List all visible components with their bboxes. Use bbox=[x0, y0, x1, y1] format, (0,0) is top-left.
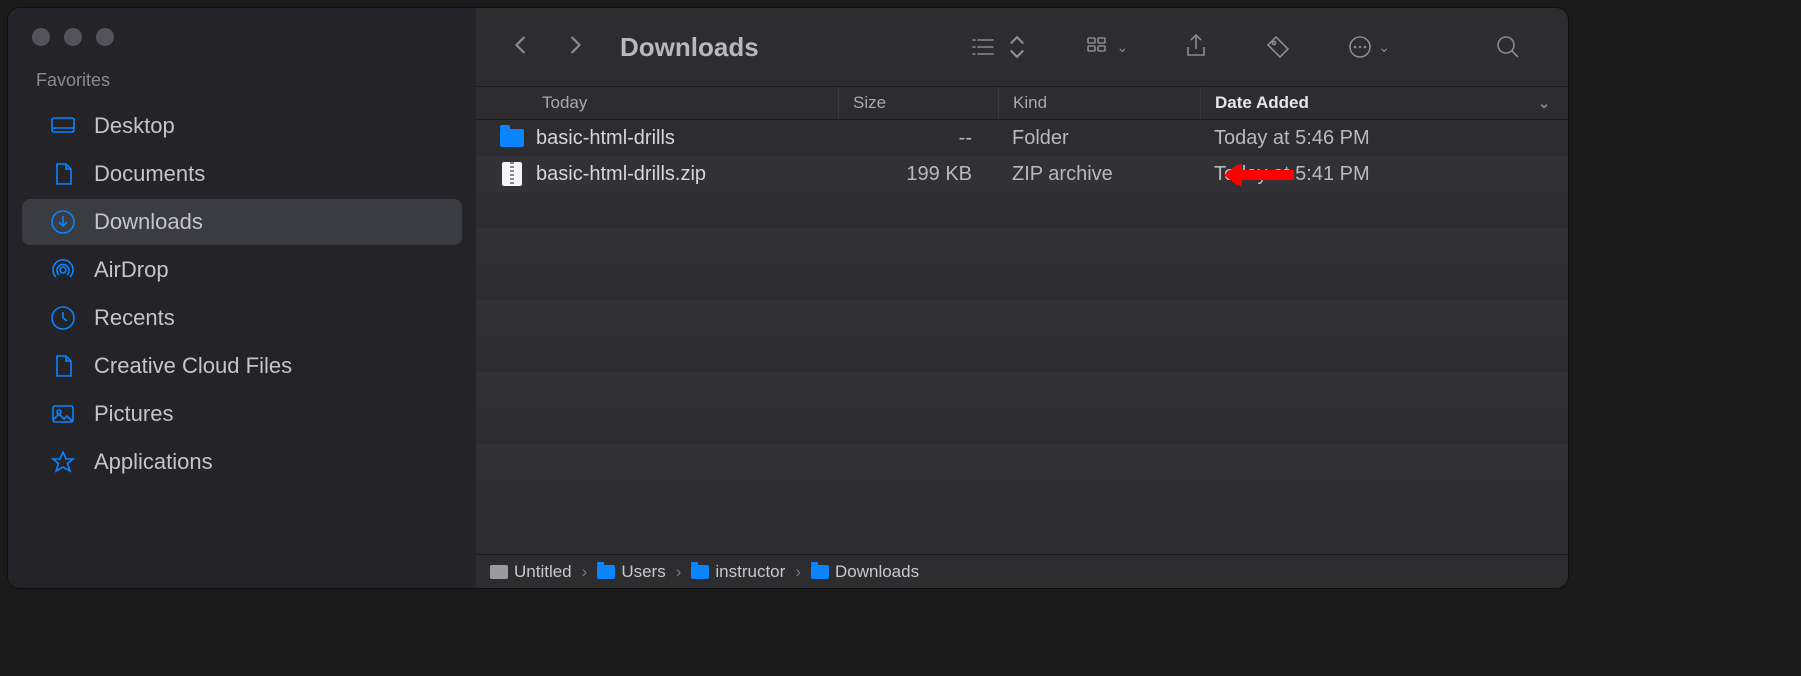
window-title: Downloads bbox=[620, 32, 759, 63]
file-size: -- bbox=[838, 127, 998, 150]
app-icon bbox=[50, 449, 76, 475]
sidebar-item-label: Creative Cloud Files bbox=[94, 353, 292, 379]
tags-button[interactable] bbox=[1254, 29, 1302, 65]
empty-row bbox=[476, 372, 1568, 408]
sidebar-item-label: AirDrop bbox=[94, 257, 169, 283]
file-list: basic-html-drills --FolderToday at 5:46 P… bbox=[476, 120, 1568, 554]
path-segment-label: Downloads bbox=[835, 562, 919, 582]
minimize-window-button[interactable] bbox=[64, 28, 82, 46]
view-list-button[interactable] bbox=[959, 29, 1041, 65]
sidebar-item-downloads[interactable]: Downloads bbox=[22, 199, 462, 245]
disk-icon bbox=[490, 565, 508, 579]
file-row[interactable]: basic-html-drills --FolderToday at 5:46 P… bbox=[476, 120, 1568, 156]
file-row[interactable]: basic-html-drills.zip 199 KBZIP archiveTo… bbox=[476, 156, 1568, 192]
sidebar-item-applications[interactable]: Applications bbox=[22, 439, 462, 485]
file-name: basic-html-drills bbox=[536, 127, 675, 150]
empty-row bbox=[476, 264, 1568, 300]
sidebar-item-documents[interactable]: Documents bbox=[22, 151, 462, 197]
file-kind: ZIP archive bbox=[998, 163, 1200, 186]
path-segment-label: Users bbox=[621, 562, 665, 582]
path-segment[interactable]: instructor bbox=[691, 562, 785, 582]
sidebar-item-recents[interactable]: Recents bbox=[22, 295, 462, 341]
sidebar-item-airdrop[interactable]: AirDrop bbox=[22, 247, 462, 293]
chevron-down-icon: ⌄ bbox=[1378, 39, 1390, 56]
empty-row bbox=[476, 480, 1568, 516]
forward-button[interactable] bbox=[558, 28, 592, 67]
folder-icon bbox=[811, 565, 829, 579]
column-header-date[interactable]: Date Added ⌄ bbox=[1200, 87, 1568, 119]
chevron-down-icon: ⌄ bbox=[1117, 39, 1129, 56]
sidebar-section-label: Favorites bbox=[8, 70, 476, 101]
sidebar: Favorites Desktop Documents Downloads AirDr… bbox=[8, 8, 476, 588]
back-button[interactable] bbox=[504, 28, 538, 67]
file-name: basic-html-drills.zip bbox=[536, 163, 706, 186]
file-size: 199 KB bbox=[838, 163, 998, 186]
sidebar-item-desktop[interactable]: Desktop bbox=[22, 103, 462, 149]
sidebar-item-label: Pictures bbox=[94, 401, 173, 427]
file-kind: Folder bbox=[998, 127, 1200, 150]
sidebar-item-label: Desktop bbox=[94, 113, 175, 139]
path-segment[interactable]: Untitled bbox=[490, 562, 572, 582]
action-menu-button[interactable]: ⌄ bbox=[1336, 29, 1400, 65]
chevron-down-icon: ⌄ bbox=[1538, 95, 1550, 112]
column-header-size[interactable]: Size bbox=[838, 87, 998, 119]
path-segment-label: instructor bbox=[715, 562, 785, 582]
empty-row bbox=[476, 336, 1568, 372]
document-icon bbox=[50, 161, 76, 187]
sidebar-item-label: Applications bbox=[94, 449, 213, 475]
folder-icon bbox=[691, 565, 709, 579]
file-date: Today at 5:46 PM bbox=[1200, 127, 1568, 150]
share-button[interactable] bbox=[1172, 29, 1220, 65]
path-bar: Untitled › Users › instructor › Downloads bbox=[476, 554, 1568, 588]
sidebar-item-label: Recents bbox=[94, 305, 175, 331]
column-header-name[interactable]: Today bbox=[476, 93, 838, 113]
column-headers: Today Size Kind Date Added ⌄ bbox=[476, 86, 1568, 120]
path-separator: › bbox=[793, 562, 803, 582]
group-by-button[interactable]: ⌄ bbox=[1075, 29, 1139, 65]
column-header-kind[interactable]: Kind bbox=[998, 87, 1200, 119]
sidebar-item-pictures[interactable]: Pictures bbox=[22, 391, 462, 437]
empty-row bbox=[476, 444, 1568, 480]
empty-row bbox=[476, 300, 1568, 336]
folder-icon bbox=[500, 126, 524, 150]
window-controls bbox=[8, 22, 476, 70]
path-separator: › bbox=[580, 562, 590, 582]
path-segment[interactable]: Downloads bbox=[811, 562, 919, 582]
clock-icon bbox=[50, 305, 76, 331]
empty-row bbox=[476, 192, 1568, 228]
file-date: Today at 5:41 PM bbox=[1200, 163, 1568, 186]
search-button[interactable] bbox=[1484, 29, 1532, 65]
zip-file-icon bbox=[500, 162, 524, 186]
close-window-button[interactable] bbox=[32, 28, 50, 46]
empty-row bbox=[476, 408, 1568, 444]
desktop-icon bbox=[50, 113, 76, 139]
sidebar-item-label: Downloads bbox=[94, 209, 203, 235]
finder-window: Favorites Desktop Documents Downloads AirDr… bbox=[8, 8, 1568, 588]
empty-row bbox=[476, 228, 1568, 264]
sidebar-item-label: Documents bbox=[94, 161, 205, 187]
airdrop-icon bbox=[50, 257, 76, 283]
toolbar: Downloads ⌄ ⌄ bbox=[476, 8, 1568, 86]
zoom-window-button[interactable] bbox=[96, 28, 114, 46]
path-separator: › bbox=[674, 562, 684, 582]
download-icon bbox=[50, 209, 76, 235]
path-segment-label: Untitled bbox=[514, 562, 572, 582]
main-pane: Downloads ⌄ ⌄ bbox=[476, 8, 1568, 588]
document-icon bbox=[50, 353, 76, 379]
path-segment[interactable]: Users bbox=[597, 562, 665, 582]
folder-icon bbox=[597, 565, 615, 579]
sidebar-item-creative-cloud-files[interactable]: Creative Cloud Files bbox=[22, 343, 462, 389]
picture-icon bbox=[50, 401, 76, 427]
